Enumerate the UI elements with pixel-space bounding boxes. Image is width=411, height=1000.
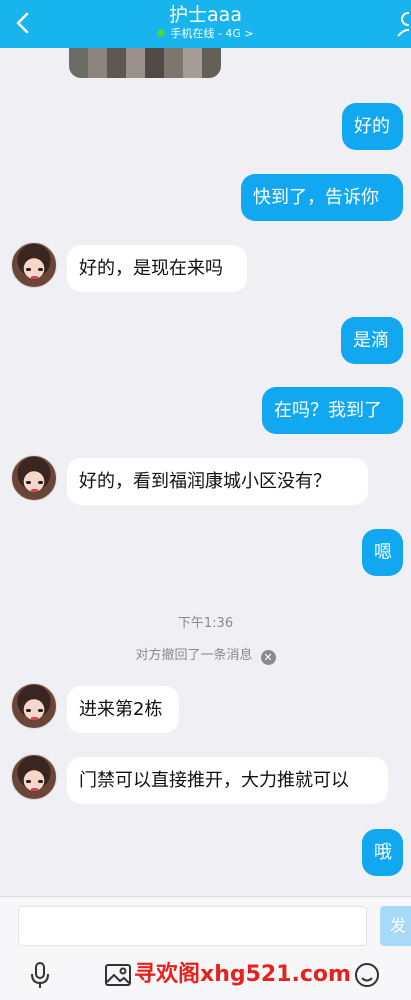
recall-notice: 对方撤回了一条消息 ✕: [0, 644, 411, 665]
message-bubble-incoming[interactable]: 进来第2栋: [67, 686, 179, 733]
chat-header: 护士aaa 手机在线 - 4G >: [0, 0, 411, 48]
image-icon[interactable]: [103, 960, 133, 990]
message-bubble-outgoing[interactable]: 嗯: [362, 529, 403, 576]
emoji-icon[interactable]: [352, 960, 382, 990]
message-bubble-outgoing[interactable]: 在吗？我到了: [262, 387, 403, 434]
send-button[interactable]: 发: [380, 906, 411, 946]
message-bubble-incoming[interactable]: 好的，看到福润康城小区没有？: [67, 458, 368, 505]
message-bubble-outgoing[interactable]: 好的: [342, 103, 403, 150]
contact-avatar[interactable]: [11, 754, 57, 800]
recall-notice-text: 对方撤回了一条消息: [135, 648, 253, 663]
message-bubble-outgoing[interactable]: 快到了，告诉你: [241, 174, 403, 221]
dismiss-icon[interactable]: ✕: [260, 650, 276, 665]
message-bubble-incoming[interactable]: 好的，是现在来吗: [67, 245, 247, 292]
watermark-text: 寻欢阁xhg521.com: [134, 962, 351, 987]
contact-avatar[interactable]: [11, 683, 57, 729]
message-bubble-outgoing[interactable]: 哦: [362, 829, 403, 876]
online-status[interactable]: 手机在线 - 4G >: [0, 27, 411, 41]
message-bubble-incoming[interactable]: 门禁可以直接推开，大力推就可以: [67, 757, 388, 804]
status-arrow: >: [244, 27, 254, 40]
contact-name[interactable]: 护士aaa: [0, 3, 411, 27]
contact-avatar[interactable]: [11, 455, 57, 501]
message-input[interactable]: [18, 906, 367, 946]
profile-icon[interactable]: [395, 8, 409, 38]
online-status-text: 手机在线 - 4G: [170, 27, 241, 40]
message-bubble-outgoing[interactable]: 是滴: [341, 317, 403, 364]
image-message[interactable]: [69, 48, 221, 78]
online-dot-icon: [157, 29, 166, 37]
contact-avatar[interactable]: [11, 242, 57, 288]
message-timestamp: 下午1:36: [177, 616, 234, 631]
microphone-icon[interactable]: [25, 960, 55, 990]
